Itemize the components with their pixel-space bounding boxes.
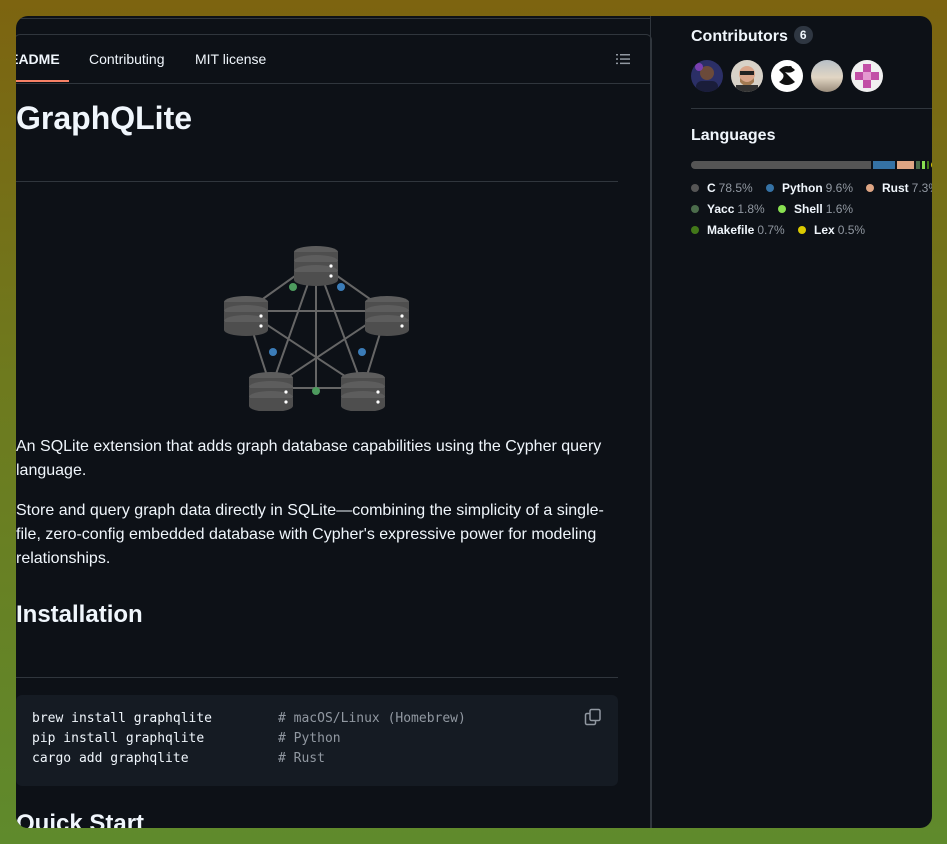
avatar[interactable] [731,60,763,92]
avatar[interactable] [851,60,883,92]
language-bar-segment-lex [930,161,932,169]
languages-heading: Languages [691,127,776,144]
language-bar-segment-shell [921,161,926,169]
outline-list-icon[interactable] [615,51,631,67]
readme-tabs: README Contributing MIT license [16,35,651,84]
code-comment-cargo: # Rust [278,751,325,766]
language-item-shell[interactable]: Shell 1.6% [778,202,853,216]
title-divider [16,181,618,182]
contributors-label: Contributors [691,28,788,45]
avatar[interactable] [691,60,723,92]
avatar[interactable] [811,60,843,92]
language-color-dot [766,184,774,192]
install-code-block: brew install graphqlite # macOS/Linux (H… [16,695,618,786]
language-color-dot [866,184,874,192]
language-color-dot [691,184,699,192]
language-item-python[interactable]: Python 9.6% [766,181,853,195]
language-item-makefile[interactable]: Makefile 0.7% [691,223,785,237]
app-window: README Contributing MIT license GraphQLi… [16,16,932,828]
readme-title: GraphQLite [16,100,193,136]
description-paragraph-2: Store and query graph data directly in S… [16,502,604,567]
language-bar-segment-rust [896,161,914,169]
code-line-pip: pip install graphqlite [32,731,205,746]
code-line-cargo: cargo add graphqlite [32,751,189,766]
contributors-count-badge: 6 [793,26,813,44]
tab-readme[interactable]: README [16,51,60,67]
tab-contributing[interactable]: Contributing [89,51,165,67]
column-divider [650,16,651,828]
code-comment-pip: # Python [278,731,341,746]
tab-mit-license[interactable]: MIT license [195,51,266,67]
installation-heading: Installation [16,601,143,628]
language-bar-segment-c [691,161,871,169]
code-line-brew: brew install graphqlite [32,711,213,726]
top-border [16,16,650,19]
language-color-dot [798,226,806,234]
contributors-heading[interactable]: Contributors 6 [691,26,813,46]
graph-database-logo [224,246,409,411]
language-item-c[interactable]: C 78.5% [691,181,753,195]
language-bar-segment-makefile [927,161,929,169]
language-color-dot [778,205,786,213]
description-paragraph-1: An SQLite extension that adds graph data… [16,438,602,479]
language-bar-segment-python [872,161,895,169]
readme-panel: README Contributing MIT license GraphQLi… [16,34,652,828]
language-item-rust[interactable]: Rust7.3% [866,181,932,195]
language-color-dot [691,205,699,213]
language-item-lex[interactable]: Lex 0.5% [798,223,865,237]
copy-icon[interactable] [584,708,602,726]
language-color-dot [691,226,699,234]
avatar[interactable] [771,60,803,92]
sidebar-divider [691,108,932,109]
active-tab-indicator [16,80,69,82]
installation-divider [16,677,618,678]
language-item-yacc[interactable]: Yacc 1.8% [691,202,765,216]
code-comment-brew: # macOS/Linux (Homebrew) [278,711,466,726]
language-bar-segment-yacc [915,161,920,169]
quickstart-heading: Quick Start [16,810,145,828]
language-progress-bar [691,161,932,169]
